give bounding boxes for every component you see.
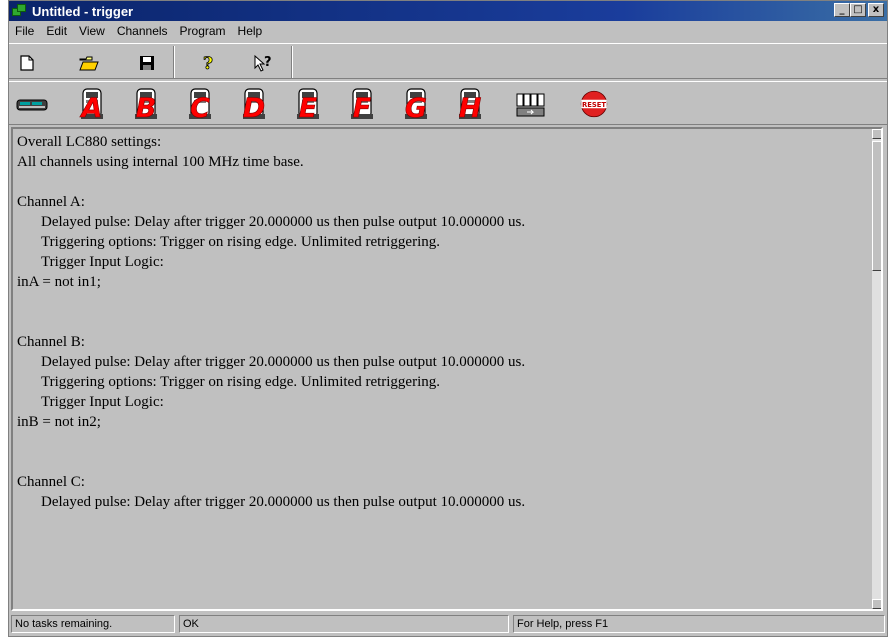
text-line: Trigger Input Logic: [41, 254, 164, 270]
scroll-down-button[interactable] [872, 599, 881, 609]
channel-b-button[interactable]: B [129, 86, 163, 124]
help-question-icon: ? [203, 54, 214, 72]
context-help-icon: ? [254, 54, 272, 72]
app-icon [12, 4, 28, 18]
menu-edit[interactable]: Edit [40, 24, 73, 38]
channel-letter: C [190, 93, 210, 122]
channel-h-button[interactable]: H [453, 86, 487, 124]
channel-toolbar: RESET A B C D E F G H [9, 81, 887, 125]
text-line: Channel A: [17, 194, 85, 210]
menu-channels[interactable]: Channels [111, 24, 174, 38]
channel-module-icon: G [405, 88, 427, 124]
channel-letter: D [243, 93, 265, 122]
menu-program[interactable]: Program [174, 24, 232, 38]
title-bar[interactable]: Untitled - trigger _ □ x [9, 1, 887, 21]
device-settings-button[interactable] [15, 86, 49, 122]
global-channels-button[interactable] [513, 86, 547, 122]
open-button[interactable] [77, 52, 101, 74]
maximize-button[interactable]: □ [850, 3, 866, 17]
svg-text:RESET: RESET [582, 101, 606, 109]
text-line: Channel C: [17, 474, 85, 490]
vertical-scrollbar[interactable] [871, 129, 881, 609]
channel-c-button[interactable]: C [183, 86, 217, 124]
new-file-button[interactable] [15, 52, 39, 74]
channel-module-icon: B [135, 88, 157, 124]
settings-text[interactable]: Overall LC880 settings: All channels usin… [13, 129, 873, 609]
menu-file[interactable]: File [9, 24, 40, 38]
help-toolbar-group: ? ? [174, 46, 292, 78]
reset-icon: RESET [580, 90, 608, 118]
menu-bar: File Edit View Channels Program Help [9, 21, 887, 41]
channel-module-icon: C [189, 88, 211, 124]
reset-button[interactable]: RESET [577, 86, 617, 122]
minimize-button[interactable]: _ [834, 3, 850, 17]
text-line: inA = not in1; [17, 274, 101, 290]
channel-module-icon: E [297, 88, 319, 124]
text-line: Channel B: [17, 334, 85, 350]
app-window: Untitled - trigger _ □ x File Edit View Cha… [8, 0, 888, 637]
channel-module-icon: F [351, 88, 373, 124]
text-line: Overall LC880 settings: [17, 134, 162, 150]
save-button[interactable] [135, 52, 159, 74]
text-line: Triggering options: Trigger on rising ed… [41, 374, 441, 390]
settings-text-view[interactable]: Overall LC880 settings: All channels usin… [11, 127, 883, 611]
channel-a-button[interactable]: A [75, 86, 109, 124]
svg-text:?: ? [203, 54, 213, 72]
channel-letter: H [459, 93, 482, 122]
new-file-icon [20, 55, 34, 71]
status-bar: No tasks remaining. OK For Help, press F… [9, 613, 887, 635]
scroll-thumb[interactable] [872, 141, 881, 271]
channel-letter: G [405, 93, 427, 122]
window-title: Untitled - trigger [32, 3, 134, 19]
context-help-button[interactable]: ? [252, 52, 276, 74]
text-line: Delayed pulse: Delay after trigger 20.00… [41, 214, 526, 230]
channel-f-button[interactable]: F [345, 86, 379, 124]
channel-d-button[interactable]: D [237, 86, 271, 124]
help-button[interactable]: ? [196, 52, 220, 74]
channel-letter: B [136, 93, 157, 122]
text-line: inB = not in2; [17, 414, 101, 430]
open-folder-icon [79, 56, 99, 71]
standard-toolbar: ? ? [9, 43, 887, 79]
text-line [17, 432, 869, 452]
menu-help[interactable]: Help [232, 24, 269, 38]
scroll-up-button[interactable] [872, 129, 881, 139]
text-line: All channels using internal 100 MHz time… [17, 154, 304, 170]
text-line [17, 452, 869, 472]
channel-letter: A [80, 93, 103, 122]
device-board-icon [16, 99, 48, 111]
text-line: Trigger Input Logic: [41, 394, 164, 410]
menu-view[interactable]: View [73, 24, 111, 38]
channel-letter: E [299, 93, 318, 122]
text-line: Triggering options: Trigger on rising ed… [41, 234, 441, 250]
channel-e-button[interactable]: E [291, 86, 325, 124]
file-toolbar-group [9, 46, 174, 78]
text-line: Delayed pulse: Delay after trigger 20.00… [41, 494, 526, 510]
channel-module-icon: H [458, 88, 482, 124]
channel-letter: F [353, 93, 372, 122]
text-line: Delayed pulse: Delay after trigger 20.00… [41, 354, 526, 370]
channel-g-button[interactable]: G [399, 86, 433, 124]
status-help: For Help, press F1 [513, 615, 885, 633]
status-state: OK [179, 615, 509, 633]
text-line [17, 172, 869, 192]
status-tasks: No tasks remaining. [11, 615, 175, 633]
text-line [17, 312, 869, 332]
channels-array-icon [516, 93, 545, 117]
save-disk-icon [140, 56, 154, 70]
text-line [17, 292, 869, 312]
svg-text:?: ? [264, 55, 272, 70]
close-button[interactable]: x [868, 3, 884, 17]
channel-module-icon: A [79, 88, 103, 124]
channel-module-icon: D [242, 88, 266, 124]
